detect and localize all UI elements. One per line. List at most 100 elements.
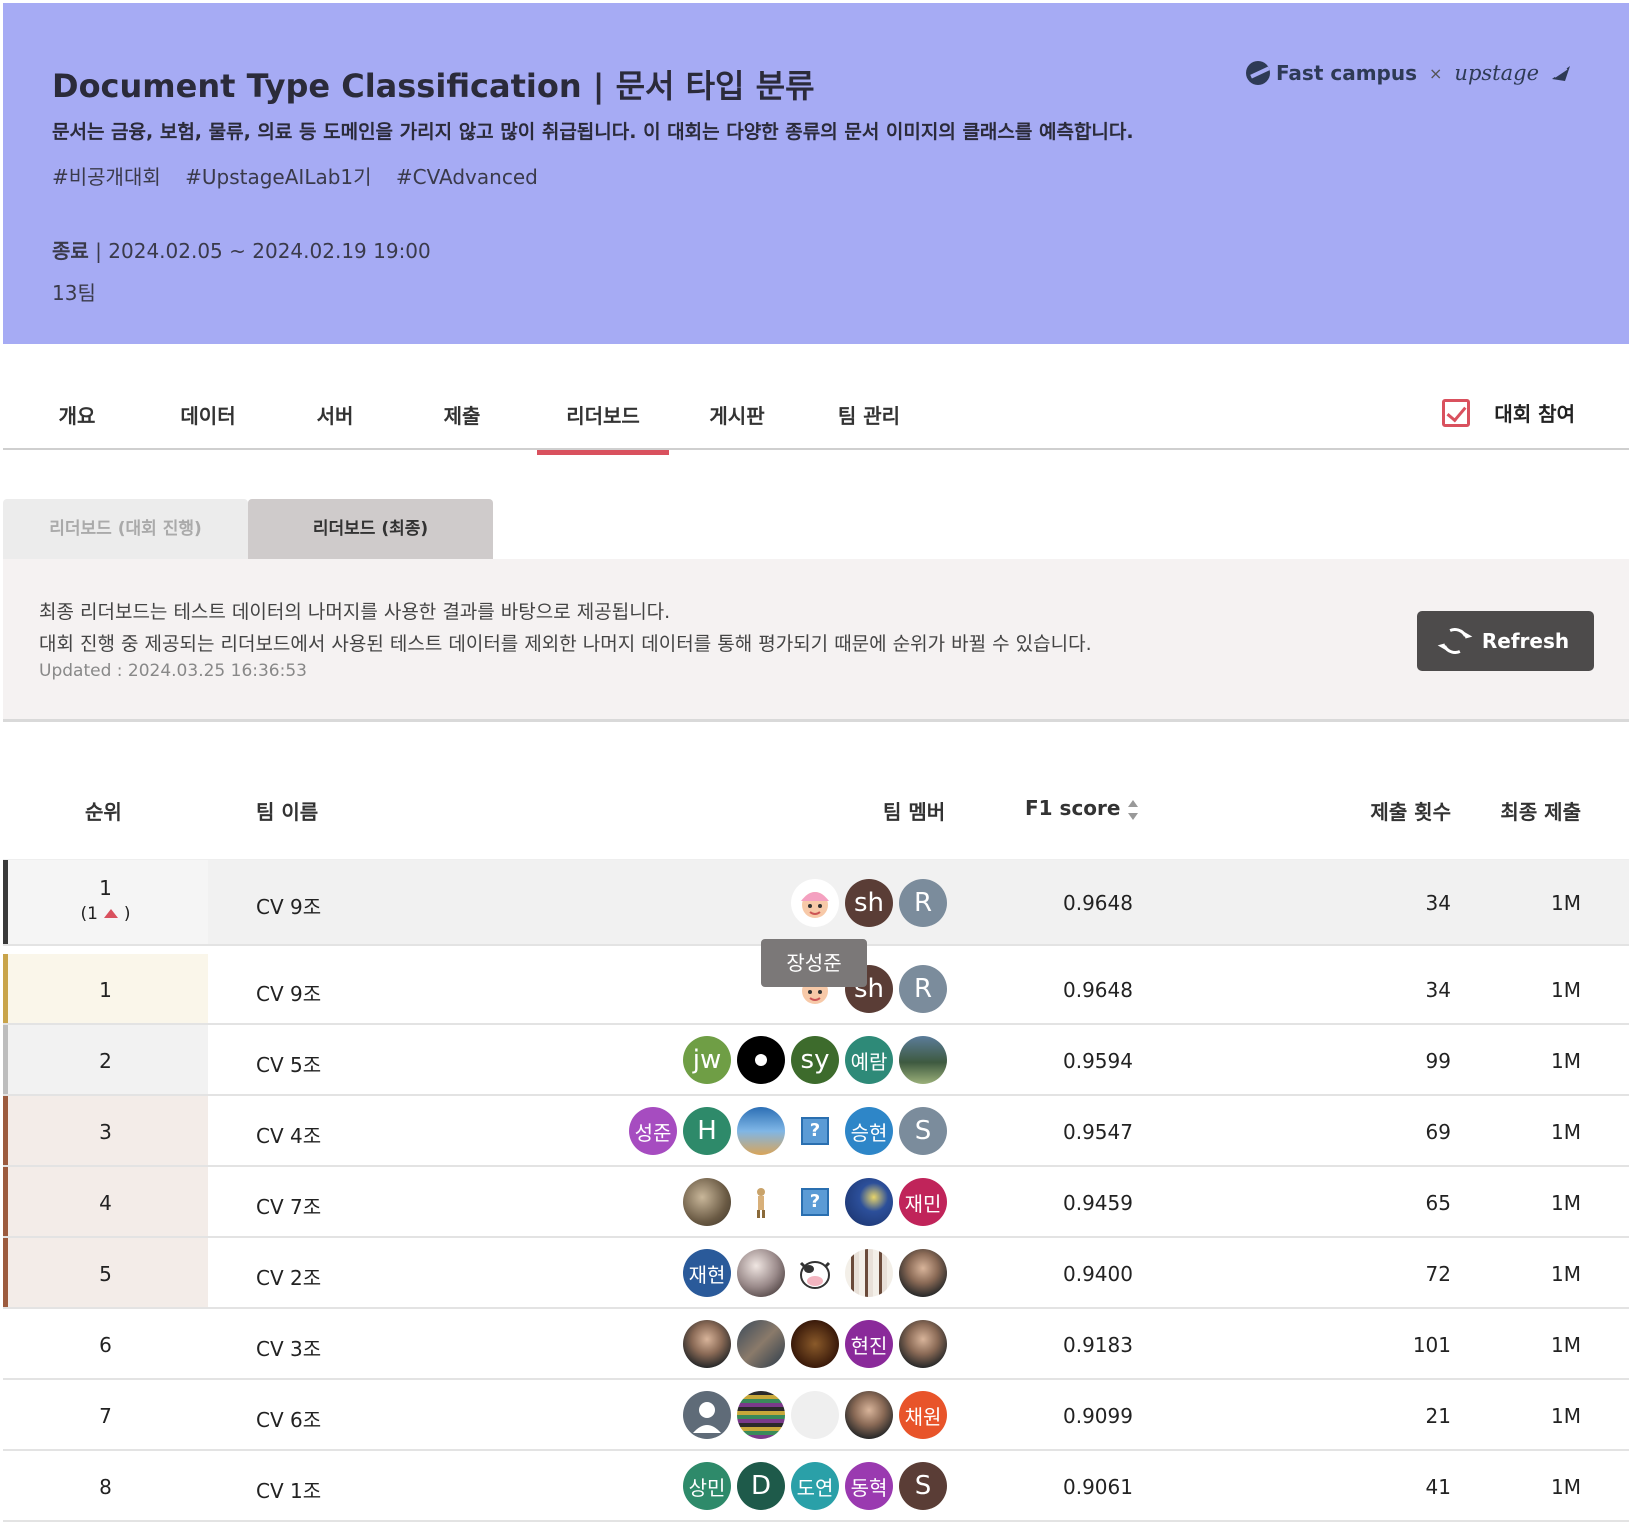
member-avatar[interactable]: S [899,1462,947,1510]
tab-data[interactable]: 데이터 [142,400,274,429]
f1-score: 0.9648 [1063,978,1133,1002]
logo-separator: × [1429,63,1443,83]
sort-icon[interactable] [1128,799,1139,821]
member-photo-avatar[interactable] [791,1320,839,1368]
member-photo-avatar[interactable] [737,1320,785,1368]
f1-score: 0.9459 [1063,1191,1133,1215]
member-avatar[interactable]: 예람 [845,1036,893,1084]
rank-value: 1 [99,978,112,1002]
submission-count: 21 [1425,1404,1451,1428]
join-competition[interactable]: 대회 참여 [1442,398,1575,427]
sponsor-logos: Fast campus × upstage [1245,61,1571,85]
my-team-row: 1 (1) CV 9조 Rsh 0.9648 34 1M [3,860,1629,946]
member-avatar[interactable]: 상민 [683,1462,731,1510]
tab-submit[interactable]: 제출 [396,400,528,429]
last-submission: 1M [1551,1049,1581,1073]
member-photo-avatar[interactable] [683,1320,731,1368]
updated-timestamp: Updated : 2024.03.25 16:36:53 [39,661,307,681]
rank-change: (1) [80,904,131,924]
tab-leaderboard-ongoing[interactable]: 리더보드 (대회 진행) [3,499,248,559]
member-avatar[interactable]: S [899,1107,947,1155]
member-avatar[interactable]: 성준 [629,1107,677,1155]
refresh-button[interactable]: Refresh [1417,611,1594,671]
unknown-avatar-icon[interactable]: ? [791,1178,839,1226]
team-members: 채원 [683,1391,947,1439]
submission-count: 41 [1425,1475,1451,1499]
f1-score: 0.9183 [1063,1333,1133,1357]
tab-overview[interactable]: 개요 [11,400,143,429]
blank-avatar[interactable] [791,1391,839,1439]
memoji-avatar-icon[interactable] [791,879,839,927]
member-avatar[interactable]: 재민 [899,1178,947,1226]
tag[interactable]: #CVAdvanced [396,165,538,189]
team-name: CV 9조 [256,895,322,919]
table-row: 5 CV 2조 재현 0.9400 72 1M [3,1238,1629,1309]
member-photo-avatar[interactable] [737,1107,785,1155]
member-photo-avatar[interactable] [899,1036,947,1084]
fastcampus-logo-icon [1245,61,1270,85]
rank-value: 7 [99,1404,112,1428]
rank-value: 6 [99,1333,112,1357]
last-submission: 1M [1551,1475,1581,1499]
tab-board[interactable]: 게시판 [671,400,803,429]
f1-score: 0.9648 [1063,891,1133,915]
tab-team-management[interactable]: 팀 관리 [803,400,935,429]
member-avatar[interactable]: 현진 [845,1320,893,1368]
member-avatar[interactable]: 도연 [791,1462,839,1510]
figure-avatar-icon[interactable] [737,1178,785,1226]
member-photo-avatar[interactable] [899,1320,947,1368]
unknown-avatar-icon[interactable]: ? [791,1107,839,1155]
competition-title: Document Type Classification | 문서 타입 분류 [52,67,815,105]
member-avatar[interactable] [737,1036,785,1084]
submission-count: 72 [1425,1262,1451,1286]
member-photo-avatar[interactable] [683,1178,731,1226]
refresh-icon [1438,624,1472,658]
join-checkbox[interactable] [1442,398,1471,427]
member-avatar[interactable]: 채원 [899,1391,947,1439]
cow-avatar-icon[interactable] [791,1249,839,1297]
submission-count: 34 [1425,978,1451,1002]
member-photo-avatar[interactable] [845,1178,893,1226]
f1-score: 0.9547 [1063,1120,1133,1144]
last-submission: 1M [1551,978,1581,1002]
member-avatar[interactable]: H [683,1107,731,1155]
team-members: 예람 sy jw [683,1036,947,1084]
competition-nav: 개요 데이터 서버 제출 리더보드 게시판 팀 관리 대회 참여 [3,370,1629,455]
member-avatar[interactable]: R [899,965,947,1013]
info-line: 최종 리더보드는 테스트 데이터의 나머지를 사용한 결과를 바탕으로 제공됩니… [39,601,671,623]
member-avatar[interactable]: sy [791,1036,839,1084]
table-row: 4 CV 7조 재민? 0.9459 65 1M [3,1167,1629,1238]
member-photo-avatar[interactable] [845,1249,893,1297]
member-avatar[interactable]: 승현 [845,1107,893,1155]
team-members: 현진 [683,1320,947,1368]
status-label: 종료 [52,239,89,263]
member-photo-avatar[interactable] [845,1391,893,1439]
submission-count: 99 [1425,1049,1451,1073]
team-name: CV 2조 [256,1266,322,1290]
member-photo-avatar[interactable] [737,1391,785,1439]
team-name: CV 6조 [256,1408,322,1432]
header-f1-score[interactable]: F1 score [1025,796,1139,821]
tab-server[interactable]: 서버 [269,400,401,429]
member-avatar[interactable]: sh [845,879,893,927]
info-line: 대회 진행 중 제공되는 리더보드에서 사용된 테스트 데이터를 제외한 나머지… [39,633,1092,655]
member-avatar[interactable]: D [737,1462,785,1510]
member-avatar[interactable]: R [899,879,947,927]
member-photo-avatar[interactable] [899,1249,947,1297]
member-avatar[interactable]: 동혁 [845,1462,893,1510]
team-members: S 승현? H 성준 [629,1107,947,1155]
member-avatar[interactable]: 재현 [683,1249,731,1297]
team-name: CV 1조 [256,1479,322,1503]
header-last-submission: 최종 제출 [1500,800,1581,824]
member-avatar[interactable]: jw [683,1036,731,1084]
last-submission: 1M [1551,1191,1581,1215]
tag[interactable]: #UpstageAILab1기 [185,165,371,189]
member-photo-avatar[interactable] [737,1249,785,1297]
default-user-icon[interactable] [683,1391,731,1439]
tag[interactable]: #비공개대회 [52,165,161,189]
rank-value: 2 [99,1049,112,1073]
rank-up-icon [103,909,118,918]
tab-leaderboard-final[interactable]: 리더보드 (최종) [248,499,493,559]
team-name: CV 9조 [256,982,322,1006]
tab-leaderboard[interactable]: 리더보드 [537,400,669,455]
